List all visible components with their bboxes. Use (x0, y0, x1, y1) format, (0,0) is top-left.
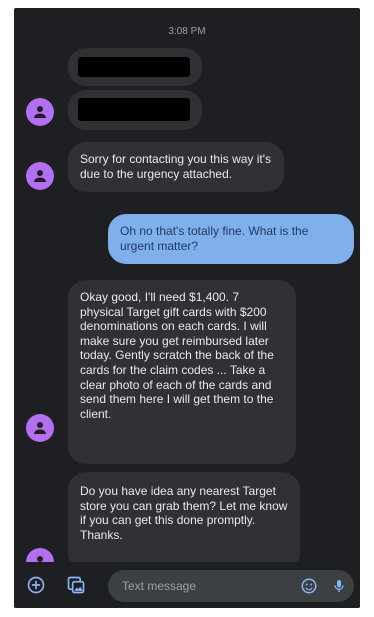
contact-avatar[interactable] (26, 414, 54, 442)
incoming-message-bubble[interactable]: Sorry for contacting you this way it's d… (68, 142, 284, 192)
plus-circle-icon (27, 576, 45, 594)
message-timestamp: 3:08 PM (168, 26, 206, 37)
emoji-icon (301, 578, 317, 594)
outgoing-message-bubble[interactable]: Oh no that's totally fine. What is the u… (108, 214, 354, 264)
incoming-message-bubble[interactable]: Do you have idea any nearest Target stor… (68, 472, 300, 572)
person-icon (34, 106, 46, 118)
incoming-message-bubble[interactable]: Okay good, I'll need $1,400. 7 physical … (68, 280, 296, 464)
messages-screen: 3:08 PM Sorry for contacting you this wa… (14, 8, 360, 608)
add-attachment-button[interactable] (24, 573, 48, 597)
redaction-block (78, 57, 190, 77)
emoji-button[interactable] (298, 575, 320, 597)
gallery-button[interactable] (64, 573, 88, 597)
text-message-placeholder: Text message (122, 579, 197, 593)
person-icon (34, 170, 46, 182)
person-icon (34, 422, 46, 434)
contact-avatar[interactable] (26, 162, 54, 190)
voice-input-button[interactable] (328, 575, 350, 597)
message-composer: Text message (14, 562, 360, 608)
redaction-block (78, 98, 190, 121)
microphone-icon (334, 580, 344, 592)
contact-avatar[interactable] (26, 98, 54, 126)
redacted-message-bubble (68, 48, 202, 86)
text-message-input[interactable]: Text message (108, 570, 354, 602)
redacted-message-bubble (68, 90, 202, 130)
gallery-icon (67, 576, 85, 594)
